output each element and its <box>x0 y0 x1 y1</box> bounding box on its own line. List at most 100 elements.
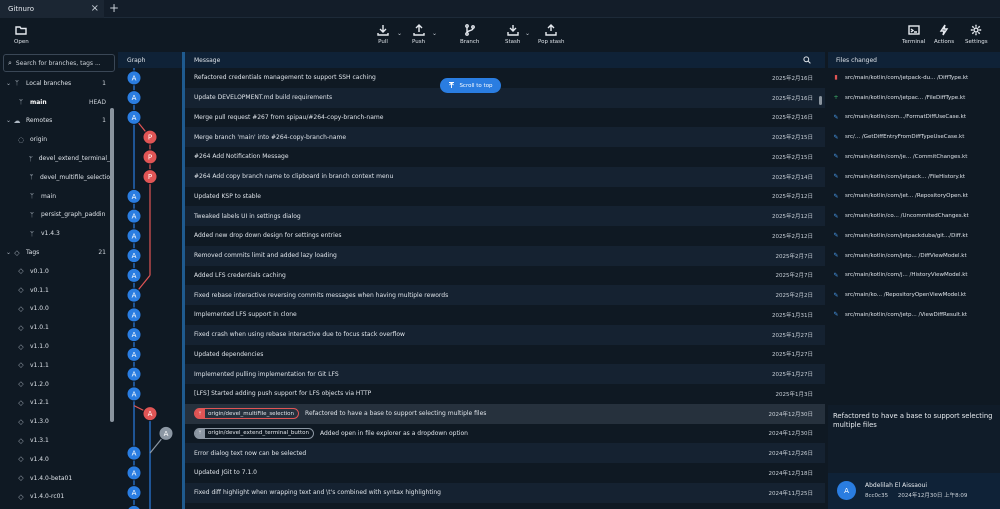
sidebar-item-remote-branch[interactable]: ᛘ devel_multifile_selectio <box>0 168 110 187</box>
sidebar-item-tag[interactable]: ◇ v1.1.0 <box>0 337 110 356</box>
close-icon[interactable]: × <box>91 3 99 14</box>
table-row[interactable]: Implemented LFS support in clone 2025年1月3… <box>185 305 825 325</box>
table-row[interactable]: Removed commits limit and added lazy loa… <box>185 245 825 266</box>
commit-node[interactable]: A <box>126 188 142 204</box>
file-row[interactable]: ✎ src/main/kotlin/com/jetpackduba/git.../… <box>828 226 1000 246</box>
table-row[interactable]: #264 Add Notification Message 2025年2月15日 <box>185 147 825 167</box>
commit-node[interactable]: A <box>126 109 142 125</box>
sidebar-item-tag[interactable]: ◇ v1.4.0-rc01 <box>0 488 110 507</box>
sidebar-item-remote-branch[interactable]: ᛘ main <box>0 187 110 206</box>
commit-node[interactable]: A <box>126 485 142 501</box>
push-button[interactable]: Push <box>412 24 425 45</box>
stash-chevron-down-icon[interactable]: ⌄ <box>525 30 530 37</box>
pull-chevron-down-icon[interactable]: ⌄ <box>397 30 402 37</box>
file-row[interactable]: ✎ src/main/kotlin/com.../FormatDiffUseCas… <box>828 108 1000 128</box>
pull-button[interactable]: Pull <box>377 24 389 45</box>
file-row[interactable]: ✎ src/... /GetDiffEntryFromDiffTypeUseCas… <box>828 127 1000 147</box>
actions-button[interactable]: Actions <box>934 24 954 45</box>
commit-node[interactable]: A <box>126 445 142 461</box>
sidebar-item-tag[interactable]: ◇ v1.1.1 <box>0 356 110 375</box>
commit-node[interactable]: A <box>142 406 158 422</box>
push-chevron-down-icon[interactable]: ⌄ <box>432 30 437 37</box>
commit-hash[interactable]: 8cc0c35 <box>865 493 888 499</box>
commit-node[interactable]: A <box>126 465 142 481</box>
sidebar-item-main[interactable]: ᛘ main HEAD <box>0 93 110 112</box>
file-row[interactable]: ✎ src/main/kotlin/co... /UncommitedChange… <box>828 206 1000 226</box>
sidebar-item-tag[interactable]: ◇ v1.3.0 <box>0 412 110 431</box>
table-row[interactable]: Updated JGit to 7.0.02024年11月25日 <box>185 503 825 509</box>
pop-stash-button[interactable]: Pop stash <box>538 24 564 45</box>
open-button[interactable]: Open <box>14 24 29 45</box>
sidebar-item-tag[interactable]: ◇ v1.3.1 <box>0 431 110 450</box>
table-row[interactable]: Fixed diff highlight when wrapping text … <box>185 482 825 503</box>
commit-node[interactable]: A <box>126 267 142 283</box>
table-row[interactable]: Merge pull request #267 from spipau/#264… <box>185 108 825 128</box>
table-row[interactable]: [LFS] Started adding push support for LF… <box>185 384 825 404</box>
table-row[interactable]: Tweaked labels UI in settings dialog 2025… <box>185 206 825 226</box>
sidebar-tags[interactable]: ⌄ ◇ Tags 21 <box>0 243 110 262</box>
file-row[interactable]: ✎ src/main/kotlin/com/je... /CommitChange… <box>828 147 1000 167</box>
table-row[interactable]: Error dialog text now can be selected 202… <box>185 443 825 463</box>
file-row[interactable]: ✎ src/main/kotlin/com/j... /HistoryViewMo… <box>828 266 1000 286</box>
table-row[interactable]: Merge branch 'main' into #264-copy-branc… <box>185 127 825 147</box>
sidebar-item-tag[interactable]: ◇ v1.0.1 <box>0 318 110 337</box>
sidebar-item-tag[interactable]: ◇ v1.4.0-beta01 <box>0 469 110 488</box>
branch-search[interactable]: ⌕ <box>3 54 115 72</box>
commit-list-scrollbar[interactable] <box>819 96 822 105</box>
commit-node[interactable]: A <box>126 248 142 264</box>
commit-node[interactable]: P <box>142 129 158 145</box>
sidebar-item-tag[interactable]: ◇ v0.1.1 <box>0 281 110 300</box>
commit-node[interactable]: P <box>142 149 158 165</box>
file-row[interactable]: ✎ src/main/kotlin/com/jet... /RepositoryO… <box>828 187 1000 207</box>
commit-node[interactable]: A <box>126 307 142 323</box>
table-row[interactable]: Fixed crash when using rebase interactiv… <box>185 324 825 345</box>
commit-node[interactable]: A <box>126 228 142 244</box>
commit-node[interactable]: A <box>126 346 142 362</box>
file-row[interactable]: ✎ src/main/kotlin/com/jetp... /DiffViewMo… <box>828 246 1000 266</box>
table-row[interactable]: ᛘ origin/devel_extend_terminal_button Adde… <box>185 424 825 444</box>
commit-node[interactable]: A <box>158 425 174 441</box>
commit-node[interactable]: A <box>126 366 142 382</box>
commit-node[interactable]: A <box>126 208 142 224</box>
sidebar-item-tag[interactable]: ◇ v1.2.0 <box>0 375 110 394</box>
sidebar-remotes[interactable]: ⌄ ☁ Remotes 1 <box>0 112 110 131</box>
commit-node[interactable]: A <box>126 386 142 402</box>
table-row[interactable]: Update DEVELOPMENT.md build requirements… <box>185 87 825 108</box>
stash-button[interactable]: Stash <box>505 24 520 45</box>
sidebar-item-remote-branch[interactable]: ᛘ v1.4.3 <box>0 224 110 243</box>
add-tab-icon[interactable]: + <box>109 1 119 15</box>
table-row[interactable]: Added new drop down design for settings … <box>185 226 825 246</box>
branch-button[interactable]: Branch <box>460 24 479 45</box>
sidebar-local-branches[interactable]: ⌄ ᛘ Local branches 1 <box>0 74 110 93</box>
commit-node[interactable]: P <box>142 169 158 185</box>
settings-button[interactable]: Settings <box>965 24 988 45</box>
table-row[interactable]: Fixed rebase interactive reversing commi… <box>185 285 825 305</box>
file-row[interactable]: ✎ src/main/kotlin/com/jetpack... /FileHis… <box>828 167 1000 187</box>
file-row[interactable]: ▮ src/main/kotlin/com/jetpack-du... /Diff… <box>828 68 1000 88</box>
table-row[interactable]: Updated dependencies 2025年1月27日 <box>185 345 825 365</box>
sidebar-item-tag[interactable]: ◇ v1.2.1 <box>0 394 110 413</box>
commit-node[interactable]: A <box>126 327 142 343</box>
sidebar-item-remote-branch[interactable]: ᛘ devel_extend_terminal_ <box>0 149 110 168</box>
file-row[interactable]: ✎ src/main/kotlin/com/jetp... /ViewDiffRe… <box>828 305 1000 325</box>
sidebar-item-tag[interactable]: ◇ v0.1.0 <box>0 262 110 281</box>
sidebar-scrollbar[interactable] <box>110 108 114 422</box>
sidebar-item-tag[interactable]: ◇ v1.4.0 <box>0 450 110 469</box>
repo-tab[interactable]: Gitnuro × <box>0 0 104 18</box>
scroll-to-top-button[interactable]: Scroll to top <box>440 78 501 93</box>
table-row[interactable]: Added LFS credentials caching 2025年2月7日 <box>185 266 825 286</box>
commit-node[interactable]: A <box>126 90 142 106</box>
commit-node[interactable]: A <box>126 70 142 86</box>
file-row[interactable]: ✎ src/main/ko... /RepositoryOpenViewModel… <box>828 285 1000 305</box>
table-row[interactable]: Updated KSP to stable 2025年2月12日 <box>185 187 825 207</box>
search-icon[interactable] <box>803 56 811 64</box>
sidebar-item-origin[interactable]: ◌ origin <box>0 130 110 149</box>
branch-ref-badge[interactable]: ᛘ origin/devel_extend_terminal_button <box>194 427 314 439</box>
file-row[interactable]: + src/main/kotlin/com/jetpac... /FileDiff… <box>828 88 1000 108</box>
terminal-button[interactable]: Terminal <box>902 24 925 45</box>
table-row[interactable]: Updated JGit to 7.1.0 2024年12月18日 <box>185 463 825 483</box>
commit-node[interactable]: A <box>127 504 141 509</box>
table-row[interactable]: Implemented pulling implementation for G… <box>185 364 825 384</box>
branch-ref-badge[interactable]: ᛘ origin/devel_multiFile_selection <box>194 408 300 420</box>
sidebar-item-remote-branch[interactable]: ᛘ persist_graph_paddin <box>0 206 110 225</box>
